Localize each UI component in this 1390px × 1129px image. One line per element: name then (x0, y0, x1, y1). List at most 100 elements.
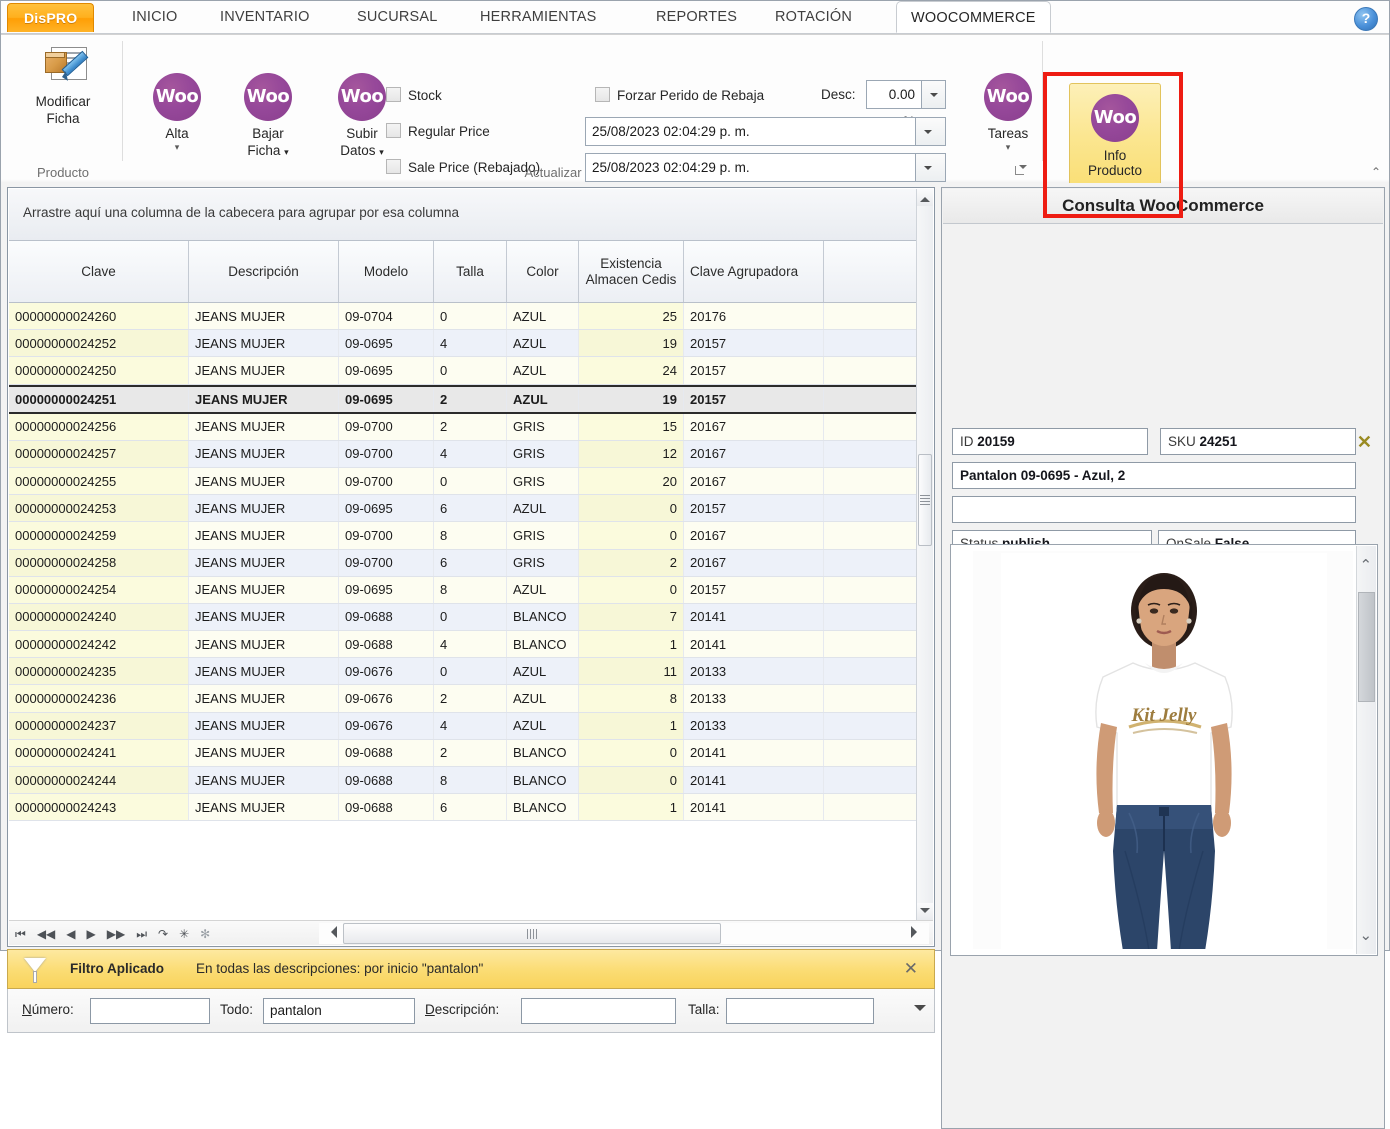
scroll-left-button[interactable] (325, 926, 337, 938)
grid-navigator-buttons: ⏮ ◀◀ ◀ ▶ ▶▶ ⏭ ↷ ✳ ✻ (15, 921, 210, 946)
scroll-up-button[interactable] (917, 189, 933, 206)
column-header-clave-agrupadora[interactable]: Clave Agrupadora (684, 241, 824, 302)
column-header-existencia-almacen-cedis[interactable]: Existencia Almacen Cedis (579, 241, 684, 302)
todo-input[interactable]: pantalon (263, 998, 415, 1024)
add-record-alt-icon[interactable]: ✻ (200, 928, 210, 940)
add-record-icon[interactable]: ✳ (179, 928, 189, 940)
checkbox-stock[interactable]: Stock (386, 87, 442, 103)
tareas-button[interactable]: Woo Tareas ▾ (966, 73, 1050, 152)
cell-modelo: 09-0695 (339, 495, 434, 521)
table-row[interactable]: 00000000024251JEANS MUJER09-06952AZUL192… (9, 385, 916, 414)
alta-button[interactable]: Woo Alta ▾ (133, 73, 221, 152)
table-row[interactable]: 00000000024242JEANS MUJER09-06884BLANCO1… (9, 631, 916, 658)
next-page-icon[interactable]: ▶▶ (107, 928, 125, 940)
field-product-name[interactable]: Pantalon 09-0695 - Azul, 2 (952, 462, 1356, 489)
cell-talla: 4 (434, 713, 507, 739)
collapse-ribbon-icon[interactable]: ⌃ (1371, 165, 1381, 179)
table-row[interactable]: 00000000024236JEANS MUJER09-06762AZUL820… (9, 685, 916, 712)
table-row[interactable]: 00000000024254JEANS MUJER09-06958AZUL020… (9, 577, 916, 604)
tab-rotacion[interactable]: ROTACIÓN (761, 1, 866, 33)
talla-input[interactable] (726, 998, 874, 1024)
checkbox-box[interactable] (386, 87, 401, 102)
tab-inventario[interactable]: INVENTARIO (206, 1, 324, 33)
table-row[interactable]: 00000000024235JEANS MUJER09-06760AZUL112… (9, 658, 916, 685)
tab-sucursal[interactable]: SUCURSAL (343, 1, 452, 33)
table-row[interactable]: 00000000024240JEANS MUJER09-06880BLANCO7… (9, 604, 916, 631)
cell-existencia: 25 (579, 303, 684, 329)
cell-clave: 00000000024257 (9, 441, 189, 467)
bajar-ficha-label-line2: Ficha ▾ (221, 142, 315, 161)
descripcion-input[interactable] (521, 998, 676, 1024)
checkbox-box[interactable] (595, 87, 610, 102)
image-scroll-down-icon[interactable]: ⌄ (1360, 926, 1373, 944)
tab-woocommerce[interactable]: WOOCOMMERCE (896, 1, 1051, 33)
desc-spinner[interactable] (922, 80, 946, 109)
group-by-dropzone[interactable]: Arrastre aquí una columna de la cabecera… (9, 189, 916, 241)
next-record-icon[interactable]: ▶ (87, 928, 96, 940)
table-row[interactable]: 00000000024257JEANS MUJER09-07004GRIS122… (9, 441, 916, 468)
cell-existencia: 19 (579, 387, 684, 412)
cell-modelo: 09-0676 (339, 713, 434, 739)
table-row[interactable]: 00000000024252JEANS MUJER09-06954AZUL192… (9, 330, 916, 357)
first-record-icon[interactable]: ⏮ (15, 928, 26, 940)
table-row[interactable]: 00000000024241JEANS MUJER09-06882BLANCO0… (9, 740, 916, 767)
column-header-talla[interactable]: Talla (434, 241, 507, 302)
cell-descripcion: JEANS MUJER (189, 740, 339, 766)
table-row[interactable]: 00000000024243JEANS MUJER09-06886BLANCO1… (9, 794, 916, 821)
grid-horizontal-scrollbar[interactable] (319, 923, 929, 944)
prev-record-icon[interactable]: ◀ (66, 928, 75, 940)
field-blank[interactable] (952, 496, 1356, 523)
desc-input[interactable]: 0.00 % (866, 80, 922, 109)
cell-clave: 00000000024241 (9, 740, 189, 766)
image-vertical-scrollbar[interactable]: ⌃ ⌄ (1356, 546, 1376, 954)
refresh-icon[interactable]: ↷ (158, 928, 168, 940)
tareas-dropdown-caret[interactable]: ▾ (966, 142, 1050, 152)
tab-reportes[interactable]: REPORTES (642, 1, 751, 33)
tab-dispro[interactable]: DisPRO (7, 3, 94, 32)
column-header-modelo[interactable]: Modelo (339, 241, 434, 302)
info-producto-button[interactable]: Woo Info Producto (1069, 83, 1161, 191)
column-header-clave[interactable]: Clave (9, 241, 189, 302)
checkbox-regular-price[interactable]: Regular Price (386, 123, 490, 139)
filter-badge-label: Filtro Aplicado (70, 961, 164, 976)
table-row[interactable]: 00000000024255JEANS MUJER09-07000GRIS202… (9, 468, 916, 495)
field-id[interactable]: ID 20159 (952, 428, 1148, 455)
horizontal-scroll-thumb[interactable] (343, 923, 721, 944)
numero-input[interactable] (90, 998, 210, 1024)
last-record-icon[interactable]: ⏭ (136, 928, 147, 940)
scroll-down-button[interactable] (917, 903, 933, 920)
prev-page-icon[interactable]: ◀◀ (37, 928, 55, 940)
table-row[interactable]: 00000000024250JEANS MUJER09-06950AZUL242… (9, 357, 916, 384)
filter-close-icon[interactable]: ✕ (904, 959, 918, 979)
table-row[interactable]: 00000000024258JEANS MUJER09-07006GRIS220… (9, 550, 916, 577)
date-from-dropdown[interactable] (916, 117, 946, 146)
ribbon-tabstrip: DisPRO INICIO INVENTARIO SUCURSAL HERRAM… (1, 1, 1389, 35)
checkbox-forzar-periodo[interactable]: Forzar Perido de Rebaja (595, 87, 764, 103)
search-options-dropdown[interactable] (914, 1005, 926, 1017)
bajar-dropdown-caret[interactable]: ▾ (284, 147, 289, 157)
scroll-right-button[interactable] (911, 926, 923, 938)
table-row[interactable]: 00000000024237JEANS MUJER09-06764AZUL120… (9, 713, 916, 740)
bajar-ficha-button[interactable]: Woo Bajar Ficha ▾ (221, 73, 315, 161)
alta-dropdown-caret[interactable]: ▾ (133, 142, 221, 152)
column-header-color[interactable]: Color (507, 241, 579, 302)
help-icon[interactable]: ? (1354, 7, 1378, 31)
grid-vertical-scrollbar[interactable] (916, 189, 933, 920)
image-scroll-thumb[interactable] (1358, 592, 1375, 702)
checkbox-box[interactable] (386, 123, 401, 138)
column-header-descripcion[interactable]: Descripción (189, 241, 339, 302)
consulta-close-icon[interactable]: ✕ (1357, 432, 1372, 453)
image-scroll-up-icon[interactable]: ⌃ (1360, 556, 1373, 574)
tab-inicio[interactable]: INICIO (118, 1, 192, 33)
table-row[interactable]: 00000000024260JEANS MUJER09-07040AZUL252… (9, 303, 916, 330)
modificar-ficha-button[interactable]: Modificar Ficha (13, 47, 113, 127)
table-row[interactable]: 00000000024253JEANS MUJER09-06956AZUL020… (9, 495, 916, 522)
table-row[interactable]: 00000000024256JEANS MUJER09-07002GRIS152… (9, 414, 916, 441)
tab-herramientas[interactable]: HERRAMIENTAS (466, 1, 611, 33)
table-row[interactable]: 00000000024244JEANS MUJER09-06888BLANCO0… (9, 767, 916, 794)
field-sku[interactable]: SKU 24251 (1160, 428, 1356, 455)
subir-dropdown-caret[interactable]: ▾ (379, 147, 384, 157)
vertical-scroll-thumb[interactable] (918, 454, 932, 546)
table-row[interactable]: 00000000024259JEANS MUJER09-07008GRIS020… (9, 522, 916, 549)
date-from-input[interactable]: 25/08/2023 02:04:29 p. m. (585, 117, 916, 146)
